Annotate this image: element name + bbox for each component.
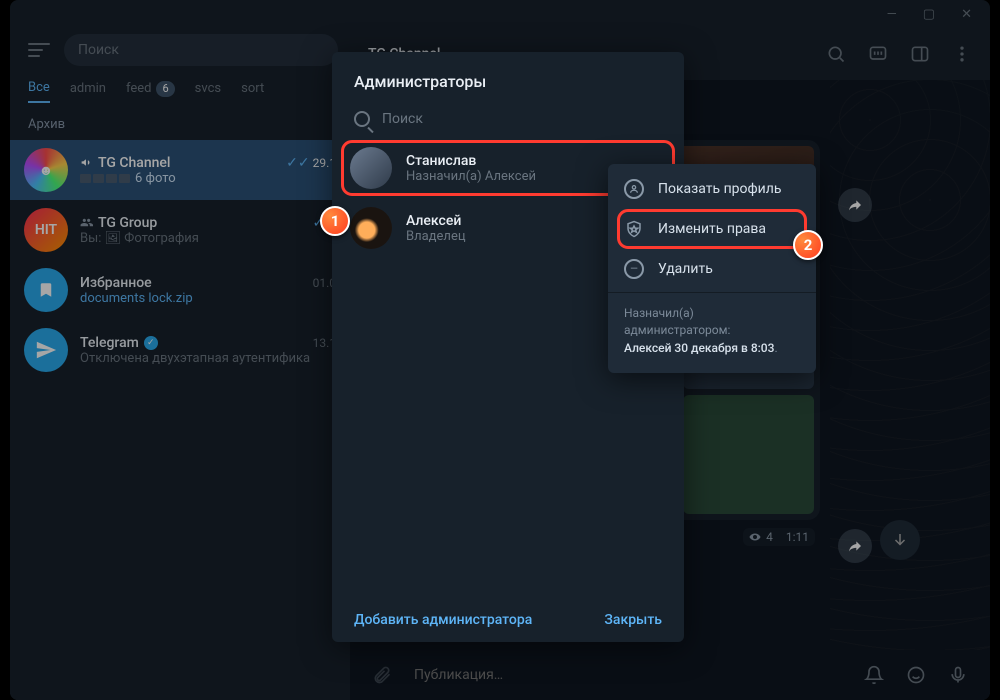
- admin-subtitle: Владелец: [406, 229, 466, 244]
- app-window: — ▢ ✕ Поиск Все admin feed6 svcs sort Ар…: [10, 0, 990, 700]
- dialog-footer: Добавить администратора Закрыть: [332, 598, 684, 642]
- context-menu: Показать профиль Изменить права — Удалит…: [608, 164, 816, 373]
- divider: [608, 292, 816, 293]
- person-icon: [624, 179, 644, 199]
- add-admin-button[interactable]: Добавить администратора: [354, 612, 532, 628]
- avatar: [350, 147, 392, 189]
- ctx-info: Назначил(а) администратором: Алексей 30 …: [608, 297, 816, 367]
- callout-1: 1: [320, 206, 350, 236]
- avatar: [350, 207, 392, 249]
- search-icon: [354, 111, 370, 127]
- close-dialog-button[interactable]: Закрыть: [604, 612, 662, 628]
- ctx-remove[interactable]: — Удалить: [608, 250, 816, 288]
- admin-name: Алексей: [406, 213, 466, 229]
- ctx-show-profile[interactable]: Показать профиль: [608, 170, 816, 208]
- remove-icon: —: [624, 259, 644, 279]
- dialog-search-placeholder: Поиск: [382, 111, 423, 127]
- callout-2: 2: [793, 230, 823, 260]
- admin-name: Станислав: [406, 153, 536, 169]
- dialog-title: Администраторы: [332, 52, 684, 105]
- dialog-search[interactable]: Поиск: [332, 105, 684, 137]
- ctx-edit-rights[interactable]: Изменить права: [618, 210, 806, 248]
- admin-subtitle: Назначил(а) Алексей: [406, 169, 536, 184]
- shield-icon: [624, 219, 644, 239]
